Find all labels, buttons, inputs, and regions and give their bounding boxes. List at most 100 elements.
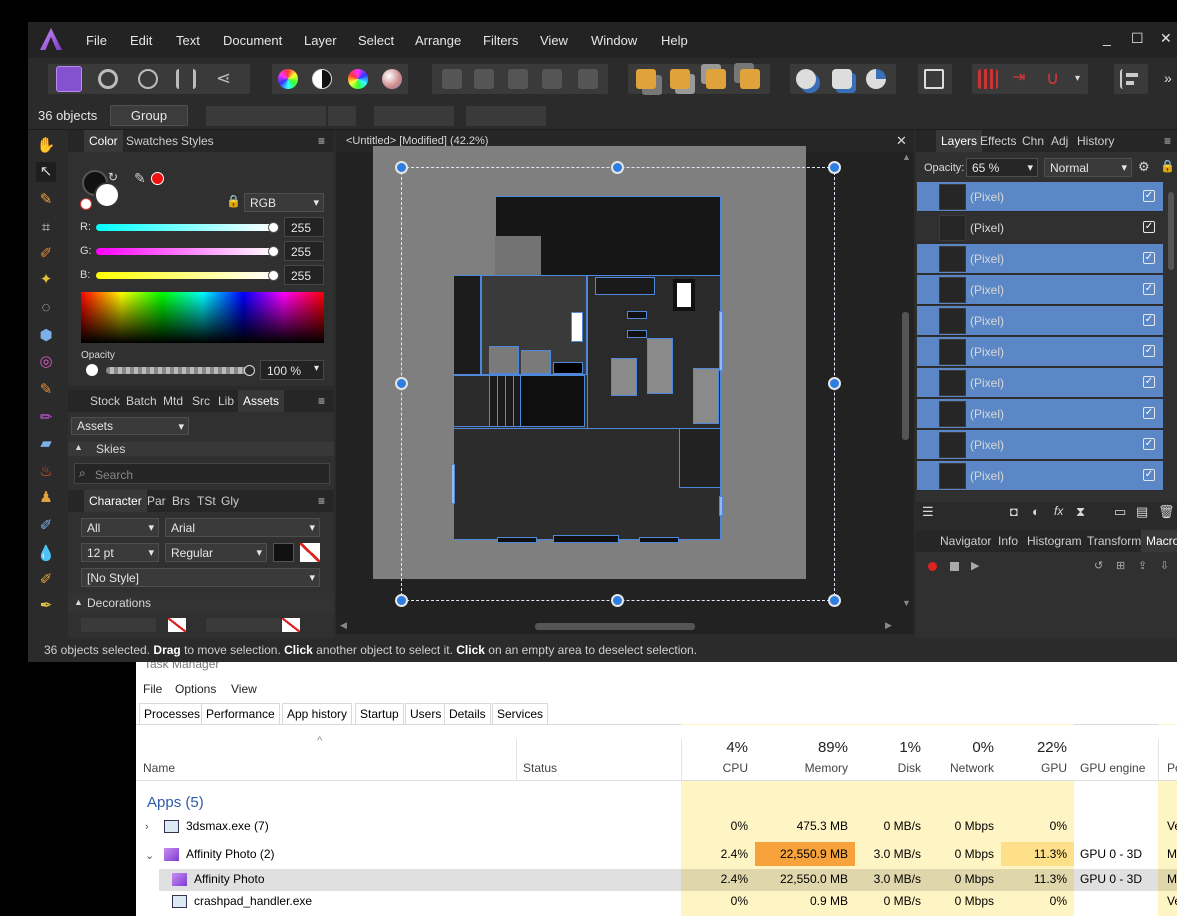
liquify-persona-icon[interactable] — [98, 69, 118, 89]
tab-adj[interactable]: Adj — [1051, 134, 1068, 148]
blur-brush-tool-icon[interactable]: 💧 — [36, 544, 56, 564]
view-tool-icon[interactable]: ✋ — [36, 136, 56, 156]
layer-visibility-checkbox[interactable]: ✓ — [1143, 314, 1155, 326]
tab-brs[interactable]: Brs — [172, 494, 190, 508]
layer-visibility-checkbox[interactable]: ✓ — [1143, 283, 1155, 295]
tab-details[interactable]: Details — [444, 703, 491, 724]
record-macro-icon[interactable] — [928, 562, 937, 571]
tab-assets[interactable]: Assets — [238, 390, 285, 412]
layer-visibility-checkbox[interactable]: ✓ — [1143, 407, 1155, 419]
b-slider[interactable] — [96, 272, 274, 279]
tab-mtd[interactable]: Mtd — [163, 394, 183, 408]
process-row[interactable]: crashpad_handler.exe 0% 0.9 MB 0 MB/s 0 Mbps… — [136, 894, 1177, 916]
develop-persona-icon[interactable] — [138, 69, 158, 89]
assets-category-select[interactable]: Assets — [71, 417, 189, 435]
new-layer-icon[interactable]: ▤ — [1136, 504, 1148, 520]
tab-character[interactable]: Character — [84, 490, 147, 512]
tab-startup[interactable]: Startup — [355, 703, 404, 724]
r-slider[interactable] — [96, 224, 274, 231]
move-to-front-icon[interactable] — [740, 69, 760, 89]
move-forward-one-icon[interactable] — [706, 69, 726, 89]
tab-macro[interactable]: Macro — [1141, 530, 1177, 552]
boolean-subtract-icon[interactable] — [474, 69, 494, 89]
color-spectrum[interactable] — [81, 292, 324, 343]
tab-app-history[interactable]: App history — [282, 703, 353, 724]
lock-icon[interactable]: 🔒 — [226, 194, 241, 208]
blend-mode-select[interactable]: Normal — [1044, 158, 1132, 177]
tab-histogram[interactable]: Histogram — [1027, 534, 1082, 548]
panel-menu-icon[interactable]: ≡ — [318, 134, 325, 148]
tab-services[interactable]: Services — [492, 703, 549, 724]
character-menu-icon[interactable]: ≡ — [318, 494, 325, 508]
layer-row[interactable]: (Pixel) ✓ — [917, 306, 1163, 336]
play-macro-icon[interactable]: ▶ — [971, 559, 979, 572]
menu-arrange[interactable]: Arrange — [415, 33, 461, 48]
menu-window[interactable]: Window — [591, 33, 637, 48]
maximize-button[interactable]: ☐ — [1131, 30, 1144, 47]
selection-bounding-box[interactable] — [401, 167, 835, 601]
expand-chevron-icon[interactable]: › — [145, 821, 149, 833]
r-slider-knob[interactable] — [268, 222, 279, 233]
menu-file[interactable]: File — [86, 33, 107, 48]
font-weight-select[interactable]: Regular — [165, 543, 267, 562]
group-button[interactable]: Group — [110, 105, 188, 126]
flood-select-tool-icon[interactable]: ✦ — [36, 270, 56, 290]
text-style-select[interactable]: [No Style] — [81, 568, 320, 587]
move-back-one-icon[interactable] — [670, 69, 690, 89]
group-folder-icon[interactable]: ▭ — [1114, 504, 1126, 520]
menu-help[interactable]: Help — [661, 33, 688, 48]
rotate-icon[interactable] — [328, 106, 356, 126]
tone-mapping-persona-icon[interactable] — [176, 69, 196, 89]
col-gpu[interactable]: GPU — [1001, 761, 1067, 775]
layer-stack-icon[interactable]: ☰ — [922, 504, 934, 520]
stop-macro-icon[interactable] — [950, 562, 959, 571]
photo-persona-icon[interactable] — [56, 66, 82, 92]
tab-layers[interactable]: Layers — [936, 130, 983, 152]
tab-stock[interactable]: Stock — [90, 394, 120, 408]
boolean-divide-icon[interactable] — [578, 69, 598, 89]
crop-tool-icon[interactable]: ⌗ — [36, 218, 56, 238]
primary-color-well[interactable] — [94, 182, 120, 208]
horizontal-scroll-thumb[interactable] — [535, 623, 695, 630]
col-gpu-engine[interactable]: GPU engine — [1080, 761, 1145, 775]
insert-behind-icon[interactable] — [832, 69, 852, 89]
layer-settings-gear-icon[interactable]: ⚙ — [1138, 159, 1150, 175]
paint-brush-tool-icon[interactable]: ✎ — [36, 380, 56, 400]
col-cpu[interactable]: CPU — [681, 761, 748, 775]
decorations-section[interactable]: ▲ Decorations — [68, 593, 334, 613]
selection-handle-tl[interactable] — [395, 161, 408, 174]
collapse-icon[interactable]: ▲ — [74, 442, 83, 452]
pixel-tool-icon[interactable]: ✏ — [36, 408, 56, 428]
menu-filters[interactable]: Filters — [483, 33, 518, 48]
expanded-chevron-icon[interactable]: ⌄ — [145, 849, 154, 862]
layer-row[interactable]: (Pixel) ✓ — [917, 337, 1163, 367]
layer-visibility-checkbox[interactable]: ✓ — [1143, 469, 1155, 481]
tab-effects[interactable]: Effects — [980, 134, 1016, 148]
col-network[interactable]: Network — [928, 761, 994, 775]
tm-menu-view[interactable]: View — [231, 682, 257, 696]
reset-macro-icon[interactable]: ↺ — [1094, 559, 1103, 572]
tab-batch[interactable]: Batch — [126, 394, 157, 408]
tab-info[interactable]: Info — [998, 534, 1018, 548]
vertical-scroll-thumb[interactable] — [902, 312, 909, 440]
mask-icon[interactable] — [924, 69, 944, 89]
toolbar-overflow-icon[interactable]: » — [1164, 70, 1172, 86]
snapping-arrow-icon[interactable]: ⇥ — [1012, 69, 1032, 89]
menu-document[interactable]: Document — [223, 33, 282, 48]
clone-brush-tool-icon[interactable]: ♟ — [36, 488, 56, 508]
selection-handle-l[interactable] — [395, 377, 408, 390]
r-value-field[interactable]: 255 — [284, 217, 324, 237]
close-document-icon[interactable]: ✕ — [896, 133, 907, 149]
layers-menu-icon[interactable]: ≡ — [1164, 134, 1171, 148]
scroll-up-icon[interactable]: ▲ — [902, 152, 911, 162]
opacity-chevron-icon[interactable]: ▾ — [314, 363, 319, 374]
font-size-select[interactable]: 12 pt — [81, 543, 159, 562]
selection-handle-bl[interactable] — [395, 594, 408, 607]
scroll-right-icon[interactable]: ▶ — [885, 620, 892, 631]
menu-layer[interactable]: Layer — [304, 33, 337, 48]
move-tool-icon[interactable]: ↖ — [36, 162, 56, 182]
layer-row[interactable]: (Pixel) ✓ — [917, 461, 1163, 491]
layer-row[interactable]: (Pixel) ✓ — [917, 275, 1163, 305]
close-button[interactable]: ✕ — [1160, 30, 1172, 47]
tab-processes[interactable]: Processes — [139, 703, 206, 724]
